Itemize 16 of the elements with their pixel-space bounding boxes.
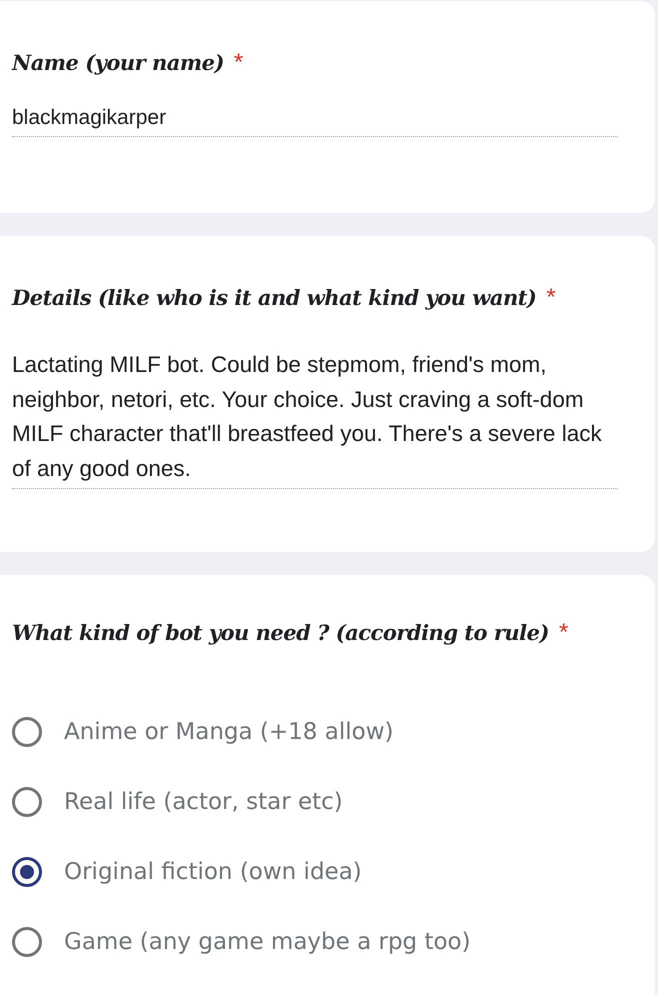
option-label[interactable]: Original fiction (own idea) [64, 859, 362, 885]
option-label[interactable]: Anime or Manga (+18 allow) [64, 719, 394, 745]
answer-field[interactable]: blackmagikarper [12, 106, 618, 137]
radio-button[interactable] [12, 787, 42, 817]
question-title: Name (your name) [12, 50, 224, 75]
radio-button[interactable] [12, 927, 42, 957]
required-mark: * [234, 49, 244, 77]
option-label[interactable]: Real life (actor, star etc) [64, 789, 343, 815]
radio-button[interactable] [12, 857, 42, 887]
answer-field[interactable]: Lactating MILF bot. Could be stepmom, friend's mom, neighbor, netori, etc. Your choice. Just craving a soft-dom MILF character that'll breastfeed you. There's a severe lack of any good ones. [12, 348, 618, 489]
option-label[interactable]: Game (any game maybe a rpg too) [64, 929, 471, 955]
required-mark: * [546, 284, 556, 312]
question-title: What kind of bot you need ? (according to rule) [12, 620, 549, 645]
radio-button[interactable] [12, 717, 42, 747]
question-title: Details (like who is it and what kind you want) [12, 285, 536, 310]
required-mark: * [558, 619, 568, 647]
